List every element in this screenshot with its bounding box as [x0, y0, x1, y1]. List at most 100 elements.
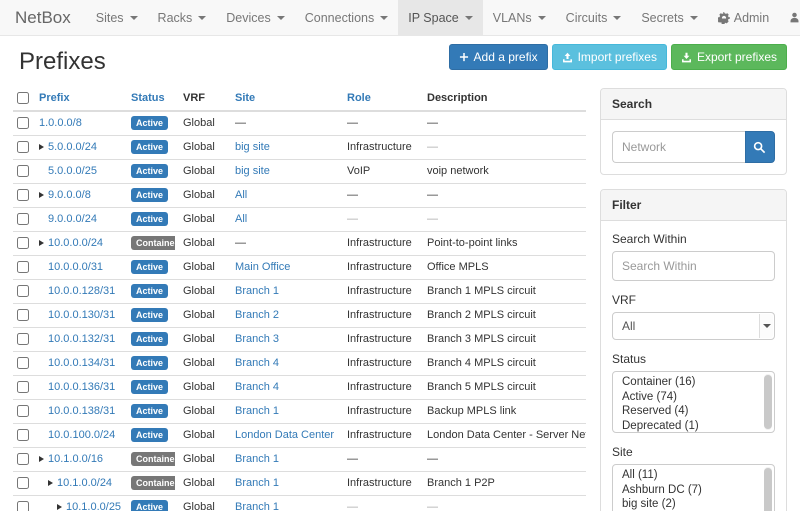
prefix-link[interactable]: 10.0.0.128/31	[48, 285, 115, 297]
site-link[interactable]: Branch 1	[235, 405, 279, 417]
prefix-link[interactable]: 10.1.0.0/24	[57, 477, 112, 489]
prefix-link[interactable]: 10.0.0.136/31	[48, 381, 115, 393]
add-a-prefix-button[interactable]: Add a prefix	[449, 44, 548, 70]
filter-option[interactable]: Deprecated (1)	[613, 419, 762, 433]
row-checkbox[interactable]	[17, 165, 29, 177]
nav-item-devices[interactable]: Devices	[216, 0, 294, 35]
row-checkbox[interactable]	[17, 285, 29, 297]
expand-arrow-icon[interactable]	[39, 240, 44, 246]
prefix-link[interactable]: 9.0.0.0/8	[48, 189, 91, 201]
search-button[interactable]	[745, 131, 775, 163]
nav-item-profile[interactable]: Profile	[779, 0, 800, 35]
column-sort-link[interactable]: Site	[235, 92, 255, 104]
filter-option[interactable]: Container (16)	[613, 375, 762, 390]
prefix-link[interactable]: 9.0.0.0/24	[48, 213, 97, 225]
vrf-select[interactable]: All	[612, 312, 775, 340]
row-checkbox[interactable]	[17, 213, 29, 225]
filter-option[interactable]: Reserved (4)	[613, 404, 762, 419]
filter-option[interactable]: Active (74)	[613, 390, 762, 405]
site-link[interactable]: Branch 4	[235, 357, 279, 369]
expand-arrow-icon[interactable]	[39, 192, 44, 198]
expand-arrow-icon[interactable]	[39, 144, 44, 150]
table-row: 10.0.100.0/24ActiveGlobalLondon Data Cen…	[13, 424, 586, 448]
site-link[interactable]: London Data Center	[235, 429, 334, 441]
row-checkbox[interactable]	[17, 117, 29, 129]
row-checkbox[interactable]	[17, 333, 29, 345]
row-checkbox[interactable]	[17, 429, 29, 441]
site-link[interactable]: Branch 2	[235, 309, 279, 321]
nav-item-secrets[interactable]: Secrets	[631, 0, 707, 35]
prefix-link[interactable]: 10.0.0.130/31	[48, 309, 115, 321]
prefix-link[interactable]: 1.0.0.0/8	[39, 117, 82, 129]
row-checkbox[interactable]	[17, 357, 29, 369]
site-link[interactable]: big site	[235, 165, 270, 177]
row-checkbox[interactable]	[17, 237, 29, 249]
nav-item-connections[interactable]: Connections	[295, 0, 399, 35]
site-link[interactable]: Branch 1	[235, 477, 279, 489]
prefix-link[interactable]: 10.1.0.0/16	[48, 453, 103, 465]
export-prefixes-button[interactable]: Export prefixes	[671, 44, 787, 70]
vrf-value: Global	[183, 261, 215, 273]
prefix-link[interactable]: 10.0.0.132/31	[48, 333, 115, 345]
nav-item-admin[interactable]: Admin	[708, 0, 779, 35]
row-checkbox[interactable]	[17, 405, 29, 417]
row-checkbox[interactable]	[17, 141, 29, 153]
brand-logo[interactable]: NetBox	[0, 0, 86, 35]
prefix-link[interactable]: 10.0.100.0/24	[48, 429, 115, 441]
nav-item-circuits[interactable]: Circuits	[556, 0, 632, 35]
prefix-link[interactable]: 10.0.0.0/31	[48, 261, 103, 273]
vrf-value: Global	[183, 285, 215, 297]
prefix-link[interactable]: 5.0.0.0/25	[48, 165, 97, 177]
status-listbox[interactable]: Container (16)Active (74)Reserved (4)Dep…	[612, 371, 775, 433]
status-badge: Active	[131, 500, 168, 511]
row-checkbox[interactable]	[17, 189, 29, 201]
expand-arrow-icon[interactable]	[39, 456, 44, 462]
site-scroll-thumb[interactable]	[764, 468, 772, 511]
site-link[interactable]: Branch 1	[235, 285, 279, 297]
role-value: Infrastructure	[347, 477, 412, 489]
prefix-link[interactable]: 10.0.0.0/24	[48, 237, 103, 249]
status-scroll-thumb[interactable]	[764, 375, 772, 429]
caret-down-icon	[613, 16, 621, 20]
column-sort-link[interactable]: Prefix	[39, 92, 70, 104]
nav-item-vlans[interactable]: VLANs	[483, 0, 556, 35]
filter-option[interactable]: big site (2)	[613, 497, 762, 511]
nav-item-ip-space[interactable]: IP Space	[398, 0, 483, 35]
site-listbox[interactable]: All (11)Ashburn DC (7)big site (2)Branch…	[612, 464, 775, 511]
row-checkbox[interactable]	[17, 453, 29, 465]
prefix-link[interactable]: 10.1.0.0/25	[66, 501, 121, 511]
description-value: Branch 4 MPLS circuit	[427, 357, 536, 369]
row-checkbox[interactable]	[17, 261, 29, 273]
import-prefixes-button[interactable]: Import prefixes	[552, 44, 667, 70]
site-link[interactable]: Branch 3	[235, 333, 279, 345]
search-within-input[interactable]	[612, 251, 775, 281]
filter-option[interactable]: Ashburn DC (7)	[613, 483, 762, 498]
row-checkbox[interactable]	[17, 309, 29, 321]
prefix-cell: 10.0.0.130/31	[48, 309, 115, 321]
site-link[interactable]: All	[235, 189, 247, 201]
prefix-link[interactable]: 10.0.0.138/31	[48, 405, 115, 417]
site-link[interactable]: Branch 1	[235, 501, 279, 511]
prefix-link[interactable]: 10.0.0.134/31	[48, 357, 115, 369]
row-checkbox[interactable]	[17, 477, 29, 489]
filter-option[interactable]: All (11)	[613, 468, 762, 483]
column-sort-link[interactable]: Role	[347, 92, 371, 104]
row-checkbox[interactable]	[17, 381, 29, 393]
select-all-checkbox[interactable]	[17, 92, 29, 104]
prefix-link[interactable]: 5.0.0.0/24	[48, 141, 97, 153]
search-input[interactable]	[612, 131, 745, 163]
expand-arrow-icon[interactable]	[57, 504, 62, 510]
site-link[interactable]: Branch 1	[235, 453, 279, 465]
column-sort-link[interactable]: Status	[131, 92, 165, 104]
expand-arrow-icon[interactable]	[48, 480, 53, 486]
nav-item-racks[interactable]: Racks	[148, 0, 217, 35]
site-link[interactable]: Branch 4	[235, 381, 279, 393]
site-link[interactable]: Main Office	[235, 261, 290, 273]
caret-down-icon	[198, 16, 206, 20]
row-checkbox[interactable]	[17, 501, 29, 511]
role-value: Infrastructure	[347, 333, 412, 345]
description-value: Branch 2 MPLS circuit	[427, 309, 536, 321]
site-link[interactable]: big site	[235, 141, 270, 153]
nav-item-sites[interactable]: Sites	[86, 0, 148, 35]
site-link[interactable]: All	[235, 213, 247, 225]
